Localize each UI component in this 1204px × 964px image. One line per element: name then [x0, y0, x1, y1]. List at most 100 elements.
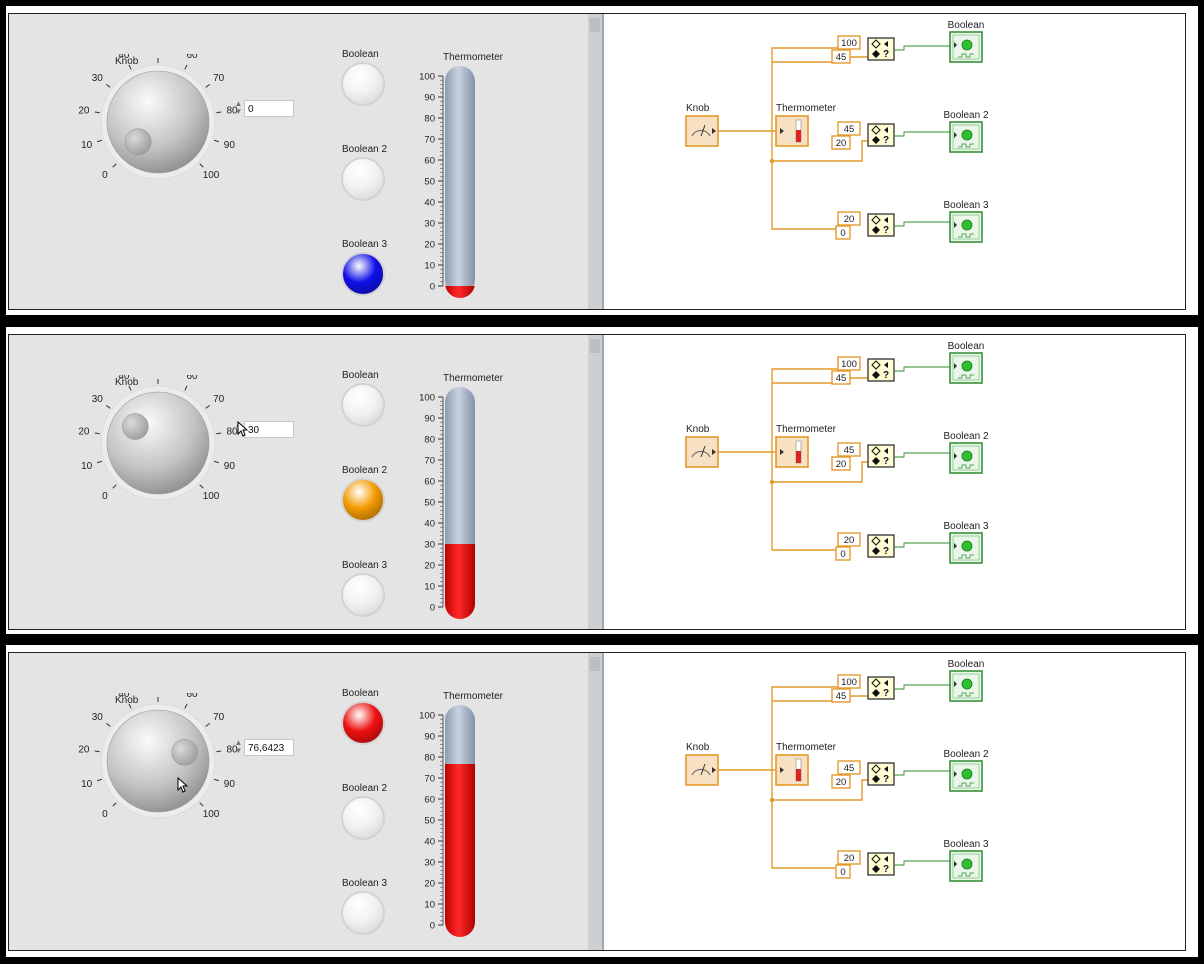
in-range-comparator-icon[interactable] — [867, 762, 895, 786]
block-diagram: Knob Thermometer 100 45? 45 20? 20 0? Boolean Boo… — [602, 14, 1185, 309]
boolean-led-3[interactable] — [341, 252, 385, 296]
thermo-tick-label: 90 — [424, 414, 435, 425]
boolean-terminal-label: Boolean 3 — [943, 200, 988, 211]
lower-limit-value: 20 — [836, 459, 847, 470]
comparator-question-glyph: ? — [883, 774, 889, 785]
in-range-comparator-icon[interactable] — [867, 444, 895, 468]
thermo-tick-label: 70 — [424, 135, 435, 146]
thermometer-terminal-label: Thermometer — [776, 742, 837, 753]
thermometer-tube — [445, 66, 475, 294]
knob-tick-label: 0 — [102, 809, 108, 820]
upper-limit-value: 20 — [844, 535, 855, 546]
knob-tick — [184, 703, 188, 709]
in-range-comparator-icon[interactable] — [867, 676, 895, 700]
knob-tick — [205, 404, 211, 409]
thermo-tick-label: 20 — [424, 561, 435, 572]
in-range-comparator-icon[interactable] — [867, 358, 895, 382]
boolean-led-1[interactable] — [341, 62, 385, 106]
knob-tick-label: 20 — [78, 426, 90, 437]
knob-increment-decrement-icon[interactable]: ▲▼ — [234, 739, 243, 756]
led-label: Boolean — [342, 688, 379, 699]
in-range-comparator-icon[interactable] — [867, 213, 895, 237]
boolean-led-3[interactable] — [341, 891, 385, 935]
thermometer-indicator: 1009080706050403020100 — [419, 66, 475, 298]
thermo-tick-label: 0 — [430, 282, 435, 293]
knob-tick-label: 30 — [92, 712, 104, 723]
thermo-tick-label: 100 — [419, 393, 435, 404]
lower-limit-value: 45 — [836, 52, 847, 63]
knob-tick-label: 40 — [118, 693, 130, 700]
knob-tick — [112, 163, 117, 168]
knob-pointer[interactable] — [122, 413, 149, 440]
thermo-tick-label: 10 — [424, 582, 435, 593]
thermo-tick-label: 60 — [424, 477, 435, 488]
knob-tick — [213, 778, 220, 782]
knob-tick — [105, 404, 111, 409]
boolean-led-2[interactable] — [341, 478, 385, 522]
knob-tick — [94, 750, 100, 753]
knob-control[interactable]: 0102030405060708090100 — [59, 54, 299, 254]
knob-value-display[interactable]: 0 — [244, 100, 294, 117]
thermo-tick-label: 20 — [424, 240, 435, 251]
screen-3: Knob0102030405060708090100▲▼76,6423Boole… — [8, 652, 1186, 951]
block-diagram: Knob Thermometer 100 45? 45 20? 20 0? Boolean Boo… — [602, 335, 1185, 629]
knob-tick-label: 0 — [102, 491, 108, 502]
led-indicator-icon — [961, 768, 973, 780]
in-range-comparator-icon[interactable] — [867, 852, 895, 876]
knob-pointer[interactable] — [171, 739, 198, 766]
thermo-tick-label: 30 — [424, 540, 435, 551]
in-range-comparator-icon[interactable] — [867, 534, 895, 558]
scrollbar-thumb[interactable] — [590, 18, 600, 32]
thermo-tick-label: 70 — [424, 456, 435, 467]
boolean-led-2[interactable] — [341, 796, 385, 840]
scrollbar-thumb[interactable] — [590, 339, 600, 353]
thermo-tick-label: 80 — [424, 435, 435, 446]
block-diagram: Knob Thermometer 100 45? 45 20? 20 0? Boolean Boo… — [602, 653, 1185, 950]
knob-pointer[interactable] — [124, 128, 152, 156]
thermo-tick-label: 100 — [419, 72, 435, 83]
lower-limit-value: 20 — [836, 777, 847, 788]
thermo-tick-label: 40 — [424, 198, 435, 209]
scrollbar-thumb[interactable] — [590, 657, 600, 671]
boolean-terminal-label: Boolean — [948, 341, 985, 352]
boolean-wire — [894, 684, 952, 690]
knob-tick — [96, 778, 103, 782]
boolean-wire — [894, 221, 952, 227]
in-range-comparator-icon[interactable] — [867, 123, 895, 147]
thermometer-fill — [445, 764, 475, 937]
knob-tick — [216, 750, 222, 753]
knob-control[interactable]: 0102030405060708090100 — [59, 693, 299, 893]
knob-tick-label: 70 — [213, 394, 225, 405]
knob-tick-label: 100 — [203, 170, 220, 181]
knob-tick — [205, 722, 211, 727]
thermo-tick-label: 20 — [424, 879, 435, 890]
vertical-scrollbar[interactable] — [588, 653, 602, 950]
led-label: Boolean 2 — [342, 144, 388, 155]
thermo-tick-label: 40 — [424, 837, 435, 848]
vertical-scrollbar[interactable] — [588, 335, 602, 629]
lower-limit-value: 20 — [836, 138, 847, 149]
boolean-led-1[interactable] — [341, 383, 385, 427]
comparator-question-glyph: ? — [883, 49, 889, 60]
knob-tick — [96, 460, 103, 464]
knob-value-display[interactable]: 76,6423 — [244, 739, 294, 756]
knob-tick-label: 60 — [186, 693, 198, 700]
knob-tick — [94, 111, 100, 114]
knob-value-display[interactable]: 30 — [244, 421, 294, 438]
led-indicator-icon — [961, 360, 973, 372]
knob-control[interactable]: 0102030405060708090100 — [59, 375, 299, 575]
thermometer-fill — [445, 544, 475, 619]
boolean-led-2[interactable] — [341, 157, 385, 201]
knob-tick-label: 100 — [203, 491, 220, 502]
vertical-scrollbar[interactable] — [588, 14, 602, 309]
boolean-led-3[interactable] — [341, 573, 385, 617]
boolean-led-1[interactable] — [341, 701, 385, 745]
in-range-comparator-icon[interactable] — [867, 37, 895, 61]
knob-tick — [184, 385, 188, 391]
lower-limit-value: 45 — [836, 373, 847, 384]
knob-increment-decrement-icon[interactable]: ▲▼ — [234, 100, 243, 117]
boolean-wire — [894, 452, 952, 458]
thermometer-indicator: 1009080706050403020100 — [419, 705, 475, 937]
comparator-question-glyph: ? — [883, 225, 889, 236]
upper-limit-value: 45 — [844, 124, 855, 135]
